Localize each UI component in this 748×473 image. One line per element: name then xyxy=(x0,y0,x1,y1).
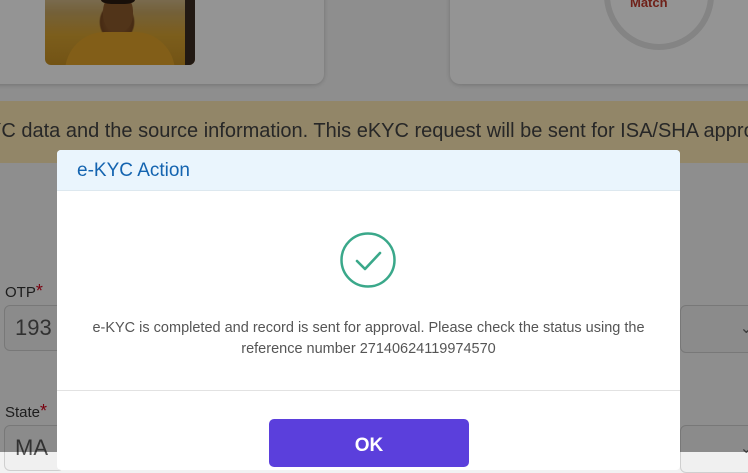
dialog-divider xyxy=(57,390,680,391)
check-circle-icon xyxy=(340,232,396,288)
ekyc-action-dialog: e-KYC Action e-KYC is completed and reco… xyxy=(57,150,680,470)
dialog-message: e-KYC is completed and record is sent fo… xyxy=(92,320,645,357)
dialog-header: e-KYC Action xyxy=(57,150,680,191)
ok-button[interactable]: OK xyxy=(269,419,469,467)
dialog-title: e-KYC Action xyxy=(77,160,190,181)
